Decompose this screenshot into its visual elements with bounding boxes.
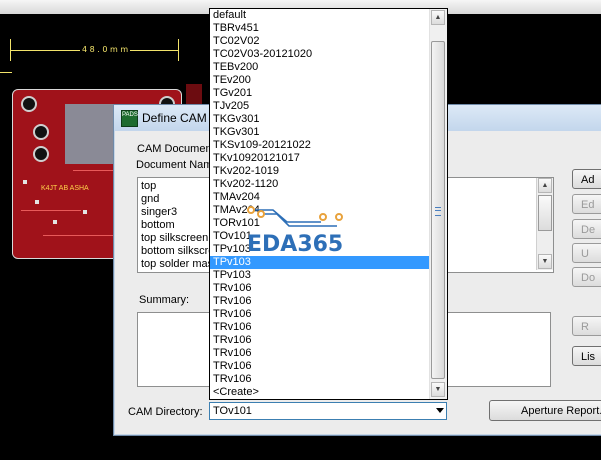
dropdown-item[interactable]: TPv103	[210, 269, 430, 282]
dropdown-item[interactable]: TGv201	[210, 87, 430, 100]
summary-label: Summary:	[139, 294, 190, 306]
dropdown-item[interactable]: TBRv451	[210, 22, 430, 35]
pads-app-icon: PADS	[121, 110, 138, 127]
dropdown-item[interactable]: TKv10920121017	[210, 152, 430, 165]
dropdown-arrow-icon[interactable]	[436, 408, 444, 413]
cam-directory-value: TOv101	[213, 405, 252, 417]
pcb-trace	[73, 170, 113, 171]
scroll-down-icon[interactable]: ▼	[431, 382, 445, 397]
scroll-up-icon[interactable]: ▲	[431, 10, 445, 25]
edit-button[interactable]: Ed	[572, 194, 601, 214]
scroll-grip-icon	[435, 207, 441, 216]
pcb-pad	[83, 210, 87, 214]
dropdown-item[interactable]: TRv106	[210, 321, 430, 334]
scroll-up-icon[interactable]: ▲	[538, 178, 552, 193]
scroll-thumb[interactable]	[431, 41, 445, 379]
dropdown-item[interactable]: TRv106	[210, 360, 430, 373]
document-list-scrollbar[interactable]: ▲ ▼	[536, 178, 553, 270]
cam-directory-combobox[interactable]: TOv101	[209, 402, 447, 420]
watermark-text: EDA365	[247, 232, 344, 257]
dropdown-item[interactable]: TRv106	[210, 373, 430, 386]
pcb-mount-hole	[33, 146, 49, 162]
dropdown-item[interactable]: <Create>	[210, 386, 430, 399]
pcb-trace	[21, 210, 81, 211]
dropdown-item[interactable]: default	[210, 9, 430, 22]
add-button[interactable]: Ad	[572, 169, 601, 189]
document-name-label: Document Nam	[136, 159, 213, 171]
cam-directory-label: CAM Directory:	[128, 406, 203, 418]
pcb-pad	[23, 180, 27, 184]
dropdown-item[interactable]: TKSv109-20121022	[210, 139, 430, 152]
pcb-mount-hole	[33, 124, 49, 140]
dropdown-item[interactable]: TC02V02	[210, 35, 430, 48]
dropdown-item[interactable]: TC02V03-20121020	[210, 48, 430, 61]
aperture-report-button[interactable]: Aperture Report...	[489, 400, 601, 421]
dropdown-item[interactable]: TKGv301	[210, 126, 430, 139]
dropdown-item[interactable]: TKv202-1019	[210, 165, 430, 178]
dialog-title: Define CAM	[142, 111, 207, 125]
dropdown-item[interactable]: TMAv204	[210, 191, 430, 204]
dropdown-item[interactable]: TRv106	[210, 347, 430, 360]
pcb-pad	[35, 200, 39, 204]
dropdown-item[interactable]: TRv106	[210, 282, 430, 295]
dropdown-item[interactable]: TRv106	[210, 295, 430, 308]
dimension-tick-right	[178, 39, 179, 61]
dropdown-item[interactable]: TEv200	[210, 74, 430, 87]
dropdown-item[interactable]: TPv103	[210, 256, 430, 269]
dropdown-item[interactable]: TEBv200	[210, 61, 430, 74]
dimension-line-side	[0, 72, 12, 73]
dropdown-item[interactable]: TKGv301	[210, 113, 430, 126]
down-button[interactable]: Do	[572, 267, 601, 287]
cam-documents-group-label: CAM Documen	[137, 143, 212, 155]
pcb-silkscreen-mark: K4JT AB ASHA	[41, 185, 89, 192]
scroll-thumb[interactable]	[538, 195, 552, 231]
dropdown-item[interactable]: TRv106	[210, 334, 430, 347]
dimension-label: 4 8 . 0 m m	[80, 45, 131, 54]
watermark-trace-icon	[247, 206, 343, 227]
pcb-pad	[53, 220, 57, 224]
up-button[interactable]: U	[572, 243, 601, 263]
dropdown-item[interactable]: TJv205	[210, 100, 430, 113]
dropdown-item[interactable]: TRv106	[210, 308, 430, 321]
scroll-down-icon[interactable]: ▼	[538, 254, 552, 269]
run-button[interactable]: R	[572, 316, 601, 336]
list-button[interactable]: Lis	[572, 346, 601, 366]
dropdown-scrollbar[interactable]: ▲ ▼	[429, 9, 447, 399]
pcb-mount-hole	[21, 96, 37, 112]
delete-button[interactable]: De	[572, 219, 601, 239]
dropdown-item[interactable]: TKv202-1120	[210, 178, 430, 191]
